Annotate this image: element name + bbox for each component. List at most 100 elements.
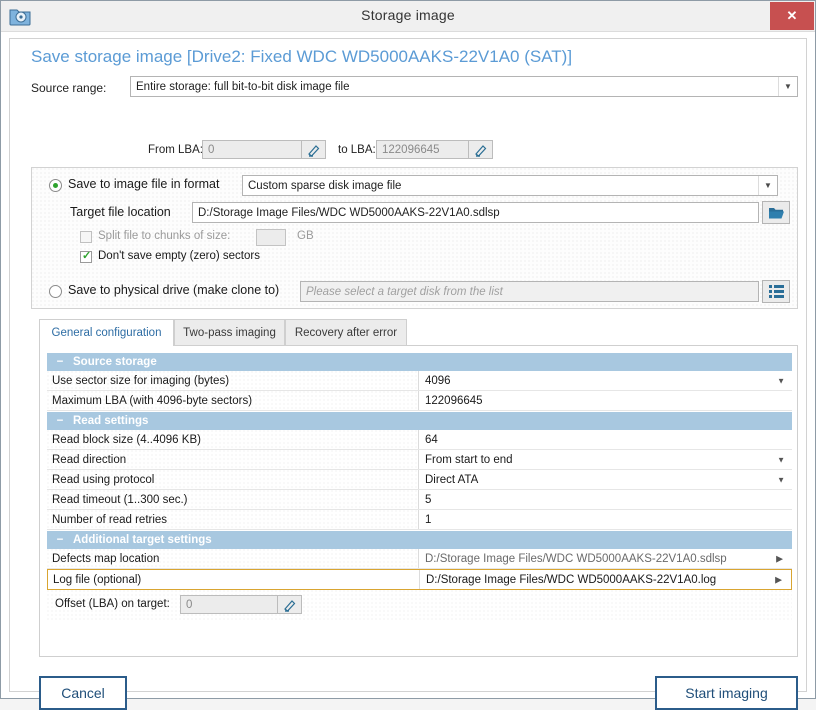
row-value[interactable]: 122096645 [419,391,792,410]
settings-grid: − Source storage Use sector size for ima… [47,353,792,620]
table-row[interactable]: Use sector size for imaging (bytes) 4096… [47,371,792,391]
start-imaging-button[interactable]: Start imaging [655,676,798,710]
radio-save-to-image-file-label: Save to image file in format [68,177,220,191]
table-row[interactable]: Read using protocol Direct ATA ▼ [47,470,792,490]
row-value-text: 64 [425,433,438,446]
row-value-text: From start to end [425,453,513,466]
target-disk-input[interactable]: Please select a target disk from the lis… [300,281,759,302]
row-key: Read block size (4..4096 KB) [47,430,419,449]
to-lba-input[interactable]: 122096645 [376,140,469,159]
row-value-text: D:/Storage Image Files/WDC WD5000AAKS-22… [426,573,717,586]
row-value[interactable]: 1 [419,510,792,529]
storage-image-window: Storage image ✕ Save storage image [Driv… [0,0,816,710]
row-key: Defects map location [47,549,419,568]
split-size-input[interactable] [256,229,286,246]
tab-general-configuration[interactable]: General configuration [39,319,174,346]
offset-lba-label: Offset (LBA) on target: [55,598,170,610]
table-row[interactable]: Defects map location D:/Storage Image Fi… [47,549,792,569]
chevron-right-icon: ▶ [776,553,783,563]
row-value-text: 122096645 [425,394,483,407]
offset-lba-input[interactable]: 0 [180,595,278,614]
offset-lba-pencil-icon[interactable] [278,595,302,614]
table-row-selected[interactable]: Log file (optional) D:/Storage Image Fil… [47,569,792,590]
browse-folder-button[interactable] [762,201,790,224]
row-value[interactable]: 5 [419,490,792,509]
row-value[interactable]: From start to end ▼ [419,450,792,469]
chevron-down-icon: ▼ [777,475,785,484]
chevron-down-icon: ▼ [758,176,777,195]
split-size-unit: GB [297,230,314,242]
folder-open-icon [768,208,784,219]
cancel-button[interactable]: Cancel [39,676,127,710]
source-range-label: Source range: [31,81,107,95]
close-button[interactable]: ✕ [770,2,814,30]
row-value[interactable]: D:/Storage Image Files/WDC WD5000AAKS-22… [419,549,792,568]
table-row[interactable]: Read block size (4..4096 KB) 64 [47,430,792,450]
dialog-panel: Save storage image [Drive2: Fixed WDC WD… [9,38,807,710]
section-header-source-storage[interactable]: − Source storage [47,353,792,371]
section-header-read-settings[interactable]: − Read settings [47,412,792,430]
row-value[interactable]: Direct ATA ▼ [419,470,792,489]
source-range-value: Entire storage: full bit-to-bit disk ima… [136,80,350,93]
from-lba-label: From LBA: [148,144,203,156]
collapse-icon: − [56,356,64,368]
section-title: Additional target settings [73,534,212,546]
tab-recovery-after-error-label: Recovery after error [294,326,398,339]
row-key: Maximum LBA (with 4096-byte sectors) [47,391,419,410]
source-range-select[interactable]: Entire storage: full bit-to-bit disk ima… [130,76,798,97]
save-destination-group: Save to image file in format Custom spar… [31,167,798,309]
row-key: Number of read retries [47,510,419,529]
tab-two-pass-imaging-label: Two-pass imaging [183,326,276,339]
to-lba-pencil-icon[interactable] [469,140,493,159]
row-value-text: D:/Storage Image Files/WDC WD5000AAKS-22… [425,552,727,565]
to-lba-label: to LBA: [338,144,376,156]
table-row[interactable]: Maximum LBA (with 4096-byte sectors) 122… [47,391,792,411]
target-file-location-input[interactable]: D:/Storage Image Files/WDC WD5000AAKS-22… [192,202,759,223]
select-target-disk-button[interactable] [762,280,790,303]
row-value[interactable]: D:/Storage Image Files/WDC WD5000AAKS-22… [420,570,791,589]
radio-save-to-physical-drive[interactable] [49,285,62,298]
from-lba-pencil-icon[interactable] [302,140,326,159]
no-empty-sectors-label: Don't save empty (zero) sectors [98,250,260,262]
chevron-down-icon: ▼ [777,376,785,385]
chevron-right-icon: ▶ [775,574,782,584]
from-lba-input[interactable]: 0 [202,140,302,159]
row-key: Use sector size for imaging (bytes) [47,371,419,390]
tab-two-pass-imaging[interactable]: Two-pass imaging [174,319,285,345]
table-row[interactable]: Number of read retries 1 [47,510,792,530]
table-row[interactable]: Read direction From start to end ▼ [47,450,792,470]
tab-recovery-after-error[interactable]: Recovery after error [285,319,407,345]
row-value-text: Direct ATA [425,473,479,486]
section-title: Read settings [73,415,149,427]
split-file-checkbox[interactable] [80,231,92,243]
section-header-additional-target-settings[interactable]: − Additional target settings [47,531,792,549]
no-empty-sectors-checkbox[interactable] [80,249,92,263]
radio-save-to-physical-drive-label: Save to physical drive (make clone to) [68,283,280,297]
tab-general-configuration-label: General configuration [51,327,162,339]
row-value[interactable]: 64 [419,430,792,449]
collapse-icon: − [56,415,64,427]
row-key: Read using protocol [47,470,419,489]
tab-strip: General configuration Two-pass imaging R… [39,319,798,346]
row-key: Log file (optional) [48,570,420,589]
title-bar: Storage image ✕ [1,1,815,32]
split-file-label: Split file to chunks of size: [98,230,231,242]
row-value-text: 4096 [425,374,451,387]
list-icon [768,285,784,298]
row-value-text: 1 [425,513,432,526]
chevron-down-icon: ▼ [777,455,785,464]
chevron-down-icon: ▼ [778,77,797,96]
table-row[interactable]: Read timeout (1..300 sec.) 5 [47,490,792,510]
row-key: Read timeout (1..300 sec.) [47,490,419,509]
image-format-select[interactable]: Custom sparse disk image file ▼ [242,175,778,196]
row-value[interactable]: 4096 ▼ [419,371,792,390]
offset-row: Offset (LBA) on target: 0 [47,590,792,620]
radio-save-to-image-file[interactable] [49,179,62,192]
window-title: Storage image [361,7,455,23]
target-file-location-label: Target file location [70,205,171,219]
collapse-icon: − [56,534,64,546]
page-title: Save storage image [Drive2: Fixed WDC WD… [31,47,573,66]
section-title: Source storage [73,356,157,368]
row-key: Read direction [47,450,419,469]
row-value-text: 5 [425,493,432,506]
